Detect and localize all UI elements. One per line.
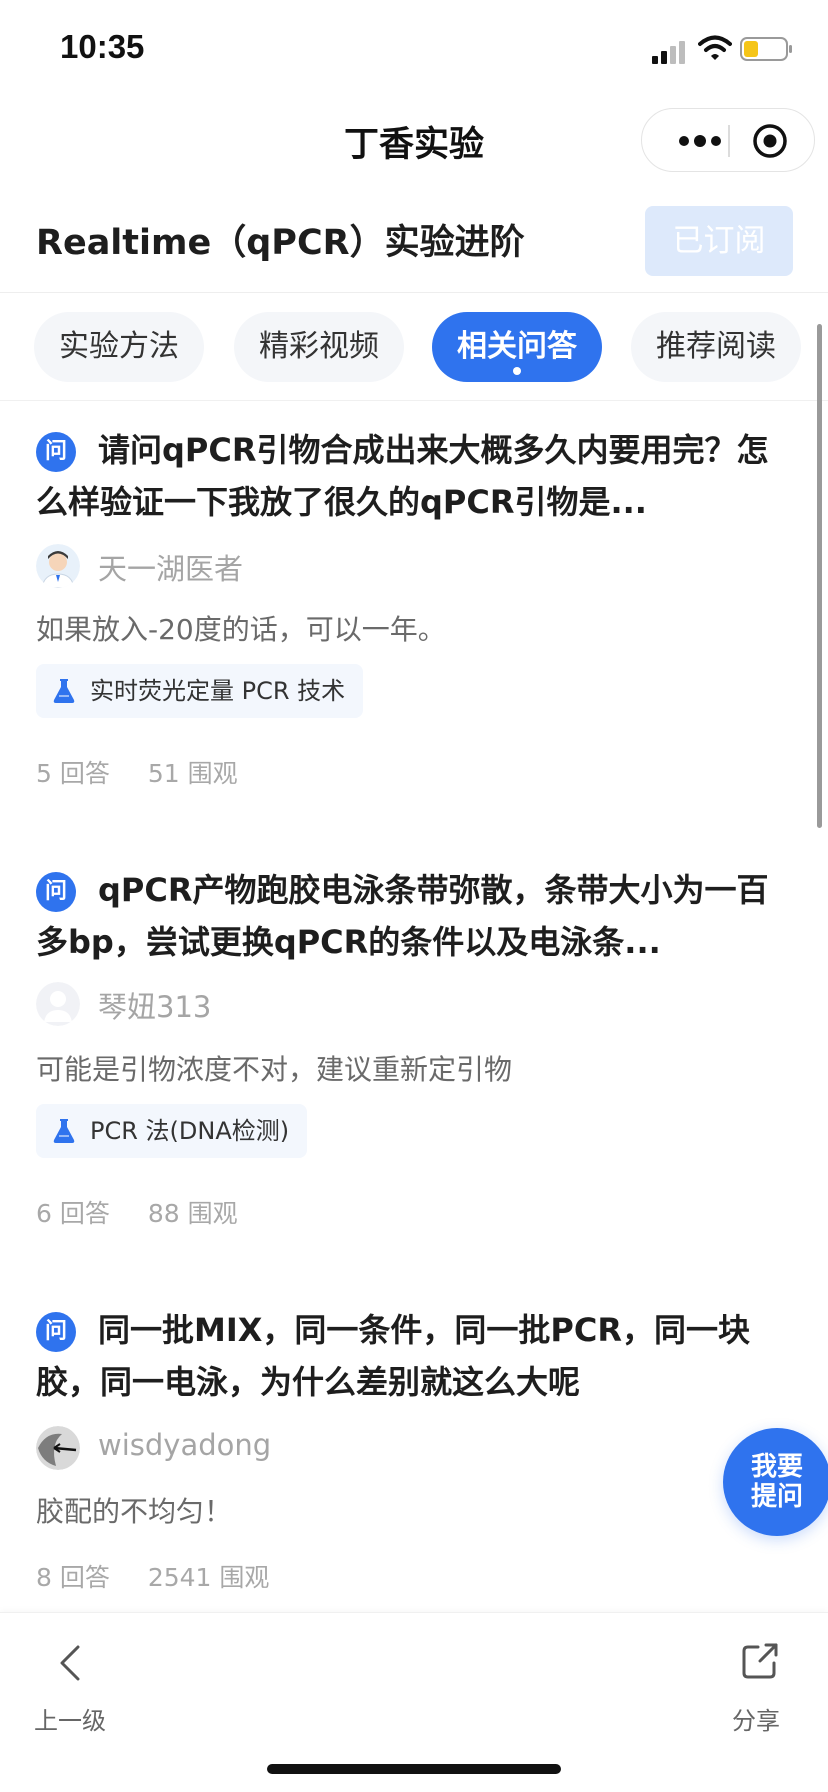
- active-tab-indicator: [513, 367, 521, 375]
- ask-question-button[interactable]: 我要 提问: [723, 1428, 828, 1536]
- chevron-left-icon: [60, 1645, 80, 1681]
- question-card[interactable]: 问 请问qPCR引物合成出来大概多久内要用完？怎么样验证一下我放了很久的qPCR…: [36, 424, 788, 804]
- tab-bar: 实验方法 精彩视频 相关问答 推荐阅读: [0, 312, 828, 382]
- answer-text: 可能是引物浓度不对，建议重新定引物: [36, 1053, 513, 1086]
- question-title-text: 请问qPCR引物合成出来大概多久内要用完？怎么样验证一下我放了很久的qPCR引物…: [36, 431, 769, 521]
- author-name: 琴妞313: [98, 990, 212, 1024]
- status-bar: 10:35: [0, 0, 828, 100]
- avatar: [36, 544, 80, 588]
- course-title: Realtime（qPCR）实验进阶: [36, 223, 525, 263]
- author-name: wisdyadong: [98, 1428, 272, 1462]
- tab-experiment-methods[interactable]: 实验方法: [34, 312, 204, 382]
- ask-question-label-line1: 我要: [750, 1452, 803, 1482]
- answers-count: 5 回答: [36, 759, 110, 788]
- question-card[interactable]: 问 同一批MIX，同一条件，同一批PCR，同一块胶，同一电泳，为什么差别就这么大…: [36, 1304, 788, 1604]
- tab-recommended-reading[interactable]: 推荐阅读: [631, 312, 801, 382]
- question-card[interactable]: 问 qPCR产物跑胶电泳条带弥散，条带大小为一百多bp，尝试更换qPCR的条件以…: [36, 864, 788, 1244]
- question-title-text: 同一批MIX，同一条件，同一批PCR，同一块胶，同一电泳，为什么差别就这么大呢: [36, 1311, 751, 1401]
- back-label: 上一级: [34, 1707, 106, 1735]
- home-indicator[interactable]: [267, 1764, 561, 1774]
- more-options-icon[interactable]: [670, 127, 730, 155]
- flask-icon: [53, 679, 75, 703]
- views-count: 88 围观: [147, 1199, 238, 1228]
- wifi-icon: [698, 35, 732, 60]
- question-badge: 问: [36, 432, 76, 472]
- status-time: 10:35: [60, 28, 145, 65]
- header-divider: [0, 292, 828, 293]
- answers-count: 6 回答: [36, 1199, 110, 1228]
- question-badge: 问: [36, 1312, 76, 1352]
- topic-tag[interactable]: 实时荧光定量 PCR 技术: [36, 664, 364, 718]
- topic-tag-label: PCR 法(DNA检测): [90, 1117, 290, 1145]
- question-title[interactable]: 问 请问qPCR引物合成出来大概多久内要用完？怎么样验证一下我放了很久的qPCR…: [36, 424, 788, 528]
- views-count: 51 围观: [147, 759, 238, 788]
- topic-tag[interactable]: PCR 法(DNA检测): [36, 1104, 308, 1158]
- question-title[interactable]: 问 qPCR产物跑胶电泳条带弥散，条带大小为一百多bp，尝试更换qPCR的条件以…: [36, 864, 788, 968]
- author-name: 天一湖医者: [98, 552, 244, 586]
- avatar: [36, 982, 80, 1026]
- avatar: [36, 1426, 80, 1470]
- answer-text: 胶配的不均匀！: [36, 1495, 233, 1528]
- ask-question-label-line2: 提问: [750, 1482, 803, 1512]
- scrollbar[interactable]: [817, 324, 822, 828]
- topic-tag-label: 实时荧光定量 PCR 技术: [90, 677, 346, 705]
- tabs-divider: [0, 400, 828, 401]
- close-miniprogram-icon[interactable]: [752, 123, 788, 159]
- author[interactable]: 琴妞313: [36, 982, 336, 1026]
- cellular-signal-icon: [652, 41, 685, 64]
- battery-icon: [740, 37, 792, 61]
- tab-related-qa[interactable]: 相关问答: [432, 312, 602, 382]
- question-badge: 问: [36, 872, 76, 912]
- question-stats: 6 回答 88 围观: [36, 1194, 268, 1230]
- share-icon: [742, 1643, 778, 1679]
- tab-related-qa-label: 相关问答: [457, 329, 577, 364]
- flask-icon: [53, 1119, 75, 1143]
- share-button[interactable]: 分享: [730, 1633, 800, 1735]
- question-title-text: qPCR产物跑胶电泳条带弥散，条带大小为一百多bp，尝试更换qPCR的条件以及电…: [36, 871, 769, 961]
- views-count: 2541 围观: [147, 1563, 270, 1592]
- question-stats: 8 回答 2541 围观: [36, 1558, 299, 1594]
- mini-program-capsule: [641, 108, 815, 172]
- share-label: 分享: [732, 1707, 780, 1735]
- question-title[interactable]: 问 同一批MIX，同一条件，同一批PCR，同一块胶，同一电泳，为什么差别就这么大…: [36, 1304, 788, 1408]
- author[interactable]: 天一湖医者: [36, 544, 336, 588]
- capsule-divider: [728, 125, 730, 157]
- question-stats: 5 回答 51 围观: [36, 754, 268, 790]
- subscribe-button[interactable]: 已订阅: [645, 206, 793, 276]
- back-button[interactable]: 上一级: [34, 1633, 114, 1735]
- answers-count: 8 回答: [36, 1563, 110, 1592]
- author[interactable]: wisdyadong: [36, 1426, 336, 1470]
- tab-featured-videos[interactable]: 精彩视频: [234, 312, 404, 382]
- answer-text: 如果放入-20度的话，可以一年。: [36, 613, 446, 646]
